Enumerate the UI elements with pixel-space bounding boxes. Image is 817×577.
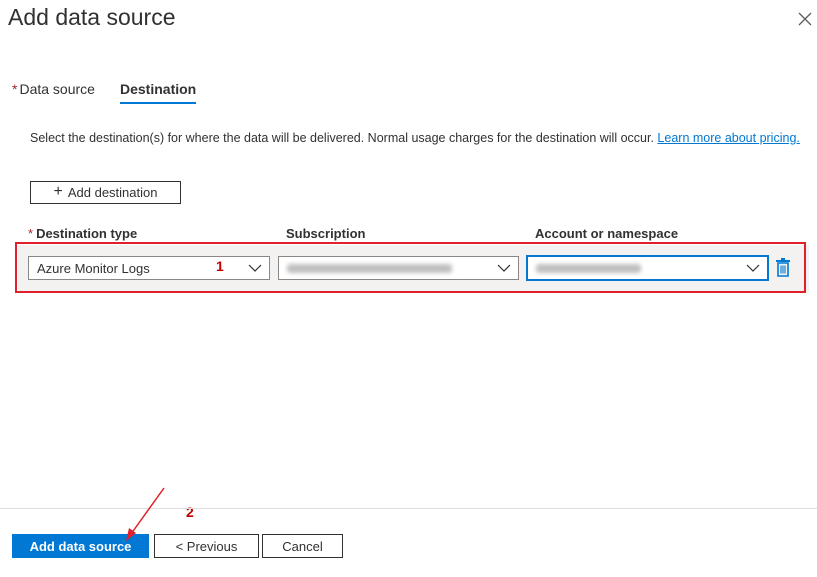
add-destination-label: Add destination xyxy=(67,185,158,200)
add-destination-button[interactable]: + Add destination xyxy=(30,181,181,204)
close-icon[interactable] xyxy=(797,11,813,27)
required-marker: * xyxy=(12,81,18,97)
column-header-subscription: Subscription xyxy=(286,226,366,241)
description: Select the destination(s) for where the … xyxy=(30,129,800,147)
column-header-account: Account or namespace xyxy=(535,226,679,241)
description-text: Select the destination(s) for where the … xyxy=(30,131,658,145)
page-title: Add data source xyxy=(8,4,176,30)
cancel-button[interactable]: Cancel xyxy=(262,534,343,558)
tab-label: Destination xyxy=(120,81,197,97)
tab-data-source[interactable]: * Data source xyxy=(12,81,95,97)
tab-label: Data source xyxy=(19,81,95,97)
annotation-highlight-box xyxy=(15,242,806,293)
annotation-number-2: 2 xyxy=(186,504,194,520)
plus-icon: + xyxy=(53,182,63,200)
footer-divider xyxy=(0,508,817,509)
tab-destination[interactable]: Destination xyxy=(120,81,197,104)
column-header-destination-type: * Destination type xyxy=(28,226,138,241)
annotation-number-1: 1 xyxy=(216,258,224,274)
required-marker: * xyxy=(28,226,34,241)
previous-button[interactable]: < Previous xyxy=(154,534,259,558)
learn-more-pricing-link[interactable]: Learn more about pricing. xyxy=(657,131,799,145)
add-data-source-button[interactable]: Add data source xyxy=(12,534,149,558)
